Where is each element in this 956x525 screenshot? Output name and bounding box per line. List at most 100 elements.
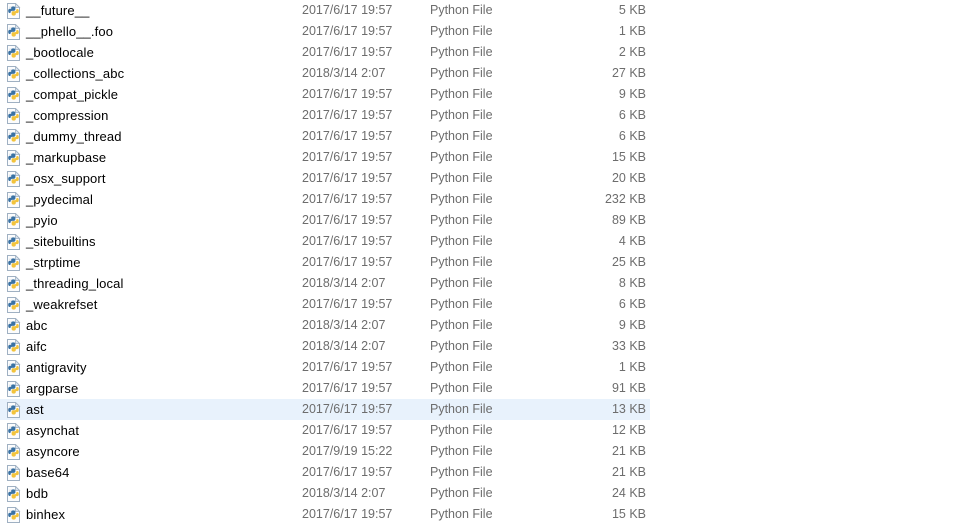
file-date-modified: 2017/6/17 19:57 <box>302 87 393 101</box>
python-file-icon <box>7 87 21 103</box>
file-date-modified: 2017/6/17 19:57 <box>302 129 393 143</box>
file-type: Python File <box>430 339 493 353</box>
python-file-icon <box>7 486 21 502</box>
file-name[interactable]: __phello__.foo <box>26 21 113 42</box>
python-file-icon <box>7 171 21 187</box>
file-row[interactable]: _sitebuiltins 2017/6/17 19:57 Python File 4… <box>0 231 650 252</box>
file-date-modified: 2017/6/17 19:57 <box>302 402 393 416</box>
file-size: 24 KB <box>611 486 646 500</box>
file-size: 9 KB <box>618 318 646 332</box>
file-name[interactable]: binhex <box>26 504 65 525</box>
file-date-modified: 2018/3/14 2:07 <box>302 318 386 332</box>
file-row[interactable]: _compat_pickle 2017/6/17 19:57 Python File… <box>0 84 650 105</box>
file-row[interactable]: _collections_abc 2018/3/14 2:07 Python Fil… <box>0 63 650 84</box>
file-date-modified: 2018/3/14 2:07 <box>302 486 386 500</box>
file-size: 89 KB <box>611 213 646 227</box>
file-row[interactable]: asyncore 2017/9/19 15:22 Python File 21 KB <box>0 441 650 462</box>
file-name[interactable]: _osx_support <box>26 168 106 189</box>
python-file-icon <box>7 276 21 292</box>
file-row[interactable]: antigravity 2017/6/17 19:57 Python File 1 K… <box>0 357 650 378</box>
file-type: Python File <box>430 381 493 395</box>
file-date-modified: 2017/6/17 19:57 <box>302 3 393 17</box>
file-date-modified: 2017/6/17 19:57 <box>302 45 393 59</box>
file-date-modified: 2017/6/17 19:57 <box>302 192 393 206</box>
file-row[interactable]: _osx_support 2017/6/17 19:57 Python File 20… <box>0 168 650 189</box>
file-row[interactable]: _dummy_thread 2017/6/17 19:57 Python File 6… <box>0 126 650 147</box>
file-row[interactable]: __future__ 2017/6/17 19:57 Python File 5 KB <box>0 0 650 21</box>
file-date-modified: 2018/3/14 2:07 <box>302 276 386 290</box>
file-name[interactable]: bdb <box>26 483 48 504</box>
file-date-modified: 2017/6/17 19:57 <box>302 297 393 311</box>
python-file-icon <box>7 45 21 61</box>
file-row[interactable]: abc 2018/3/14 2:07 Python File 9 KB <box>0 315 650 336</box>
file-date-modified: 2017/6/17 19:57 <box>302 507 393 521</box>
file-date-modified: 2017/6/17 19:57 <box>302 150 393 164</box>
file-row[interactable]: __phello__.foo 2017/6/17 19:57 Python File… <box>0 21 650 42</box>
file-name[interactable]: _markupbase <box>26 147 106 168</box>
file-row[interactable]: binhex 2017/6/17 19:57 Python File 15 KB <box>0 504 650 525</box>
file-size: 6 KB <box>618 108 646 122</box>
file-name[interactable]: _collections_abc <box>26 63 124 84</box>
python-file-icon <box>7 318 21 334</box>
file-name[interactable]: base64 <box>26 462 69 483</box>
file-row[interactable]: _markupbase 2017/6/17 19:57 Python File 15 … <box>0 147 650 168</box>
file-size: 21 KB <box>611 465 646 479</box>
file-name[interactable]: _pyio <box>26 210 58 231</box>
python-file-icon <box>7 129 21 145</box>
file-row[interactable]: ast 2017/6/17 19:57 Python File 13 KB <box>0 399 650 420</box>
file-row[interactable]: _weakrefset 2017/6/17 19:57 Python File 6 K… <box>0 294 650 315</box>
file-row[interactable]: _threading_local 2018/3/14 2:07 Python Fil… <box>0 273 650 294</box>
file-size: 12 KB <box>611 423 646 437</box>
file-name[interactable]: _sitebuiltins <box>26 231 96 252</box>
file-size: 33 KB <box>611 339 646 353</box>
file-row[interactable]: asynchat 2017/6/17 19:57 Python File 12 KB <box>0 420 650 441</box>
file-type: Python File <box>430 276 493 290</box>
file-list-view[interactable]: __future__ 2017/6/17 19:57 Python File 5 KB… <box>0 0 956 524</box>
file-type: Python File <box>430 108 493 122</box>
file-name[interactable]: asynchat <box>26 420 79 441</box>
file-size: 1 KB <box>618 360 646 374</box>
file-row[interactable]: _pydecimal 2017/6/17 19:57 Python File 232 … <box>0 189 650 210</box>
file-type: Python File <box>430 444 493 458</box>
file-type: Python File <box>430 171 493 185</box>
python-file-icon <box>7 213 21 229</box>
file-row[interactable]: _strptime 2017/6/17 19:57 Python File 25 KB <box>0 252 650 273</box>
file-size: 6 KB <box>618 129 646 143</box>
file-date-modified: 2017/6/17 19:57 <box>302 108 393 122</box>
file-type: Python File <box>430 150 493 164</box>
file-date-modified: 2017/6/17 19:57 <box>302 465 393 479</box>
file-name[interactable]: ast <box>26 399 44 420</box>
python-file-icon <box>7 360 21 376</box>
python-file-icon <box>7 507 21 523</box>
file-name[interactable]: _pydecimal <box>26 189 93 210</box>
file-name[interactable]: _compat_pickle <box>26 84 118 105</box>
file-name[interactable]: _threading_local <box>26 273 124 294</box>
file-name[interactable]: asyncore <box>26 441 80 462</box>
python-file-icon <box>7 66 21 82</box>
file-row[interactable]: _compression 2017/6/17 19:57 Python File 6 … <box>0 105 650 126</box>
file-date-modified: 2018/3/14 2:07 <box>302 339 386 353</box>
file-name[interactable]: antigravity <box>26 357 87 378</box>
file-row[interactable]: argparse 2017/6/17 19:57 Python File 91 KB <box>0 378 650 399</box>
file-row[interactable]: bdb 2018/3/14 2:07 Python File 24 KB <box>0 483 650 504</box>
file-date-modified: 2017/6/17 19:57 <box>302 234 393 248</box>
file-name[interactable]: __future__ <box>26 0 89 21</box>
file-name[interactable]: abc <box>26 315 47 336</box>
python-file-icon <box>7 402 21 418</box>
file-size: 13 KB <box>611 402 646 416</box>
file-name[interactable]: _compression <box>26 105 109 126</box>
file-name[interactable]: _dummy_thread <box>26 126 122 147</box>
file-name[interactable]: _strptime <box>26 252 81 273</box>
file-date-modified: 2017/6/17 19:57 <box>302 381 393 395</box>
file-type: Python File <box>430 24 493 38</box>
file-name[interactable]: aifc <box>26 336 47 357</box>
file-row[interactable]: _bootlocale 2017/6/17 19:57 Python File 2 K… <box>0 42 650 63</box>
file-name[interactable]: _weakrefset <box>26 294 98 315</box>
python-file-icon <box>7 297 21 313</box>
file-name[interactable]: _bootlocale <box>26 42 94 63</box>
file-row[interactable]: base64 2017/6/17 19:57 Python File 21 KB <box>0 462 650 483</box>
file-size: 25 KB <box>611 255 646 269</box>
file-name[interactable]: argparse <box>26 378 78 399</box>
file-row[interactable]: _pyio 2017/6/17 19:57 Python File 89 KB <box>0 210 650 231</box>
file-row[interactable]: aifc 2018/3/14 2:07 Python File 33 KB <box>0 336 650 357</box>
